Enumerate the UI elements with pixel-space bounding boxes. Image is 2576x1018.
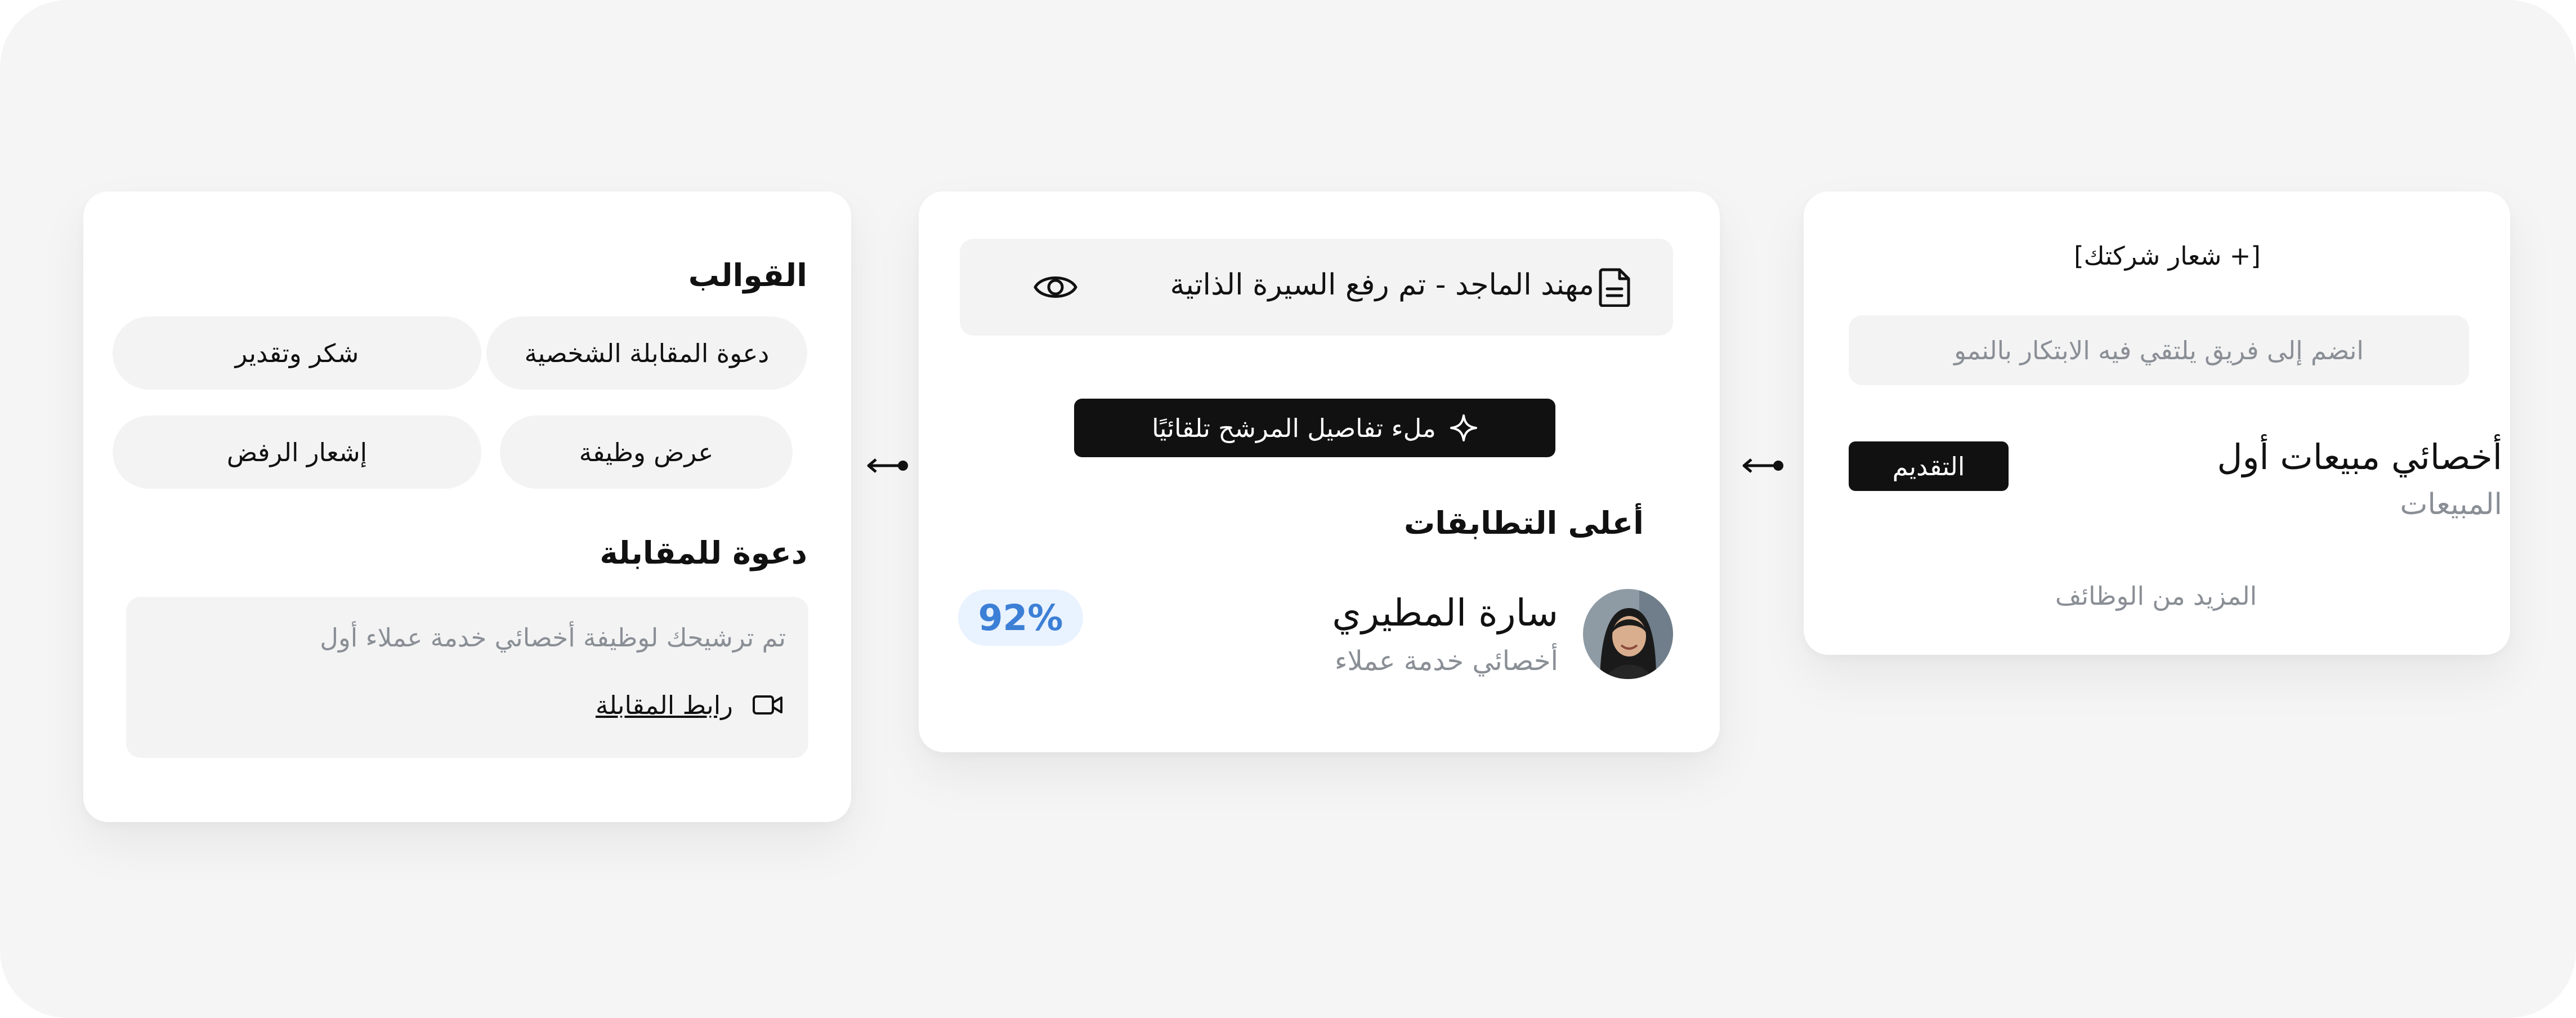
more-jobs-link[interactable]: المزيد من الوظائف xyxy=(2038,581,2274,611)
interview-invite-preview[interactable]: تم ترشيحك لوظيفة أخصائي خدمة عملاء أول ر… xyxy=(126,597,808,758)
template-chip-job-offer[interactable]: عرض وظيفة xyxy=(500,416,793,489)
apply-button[interactable]: التقديم xyxy=(1849,441,2009,491)
autofill-label: ملء تفاصيل المرشح تلقائيًا xyxy=(1152,413,1436,443)
tagline-text: انضم إلى فريق يلتقي فيه الابتكار بالنمو xyxy=(1954,335,2364,365)
template-chip-rejection[interactable]: إشعار الرفض xyxy=(113,416,481,489)
document-icon xyxy=(1599,268,1630,307)
resume-upload-status: مهند الماجد - تم رفع السيرة الذاتية xyxy=(1170,268,1595,302)
uploaded-resume-row[interactable]: مهند الماجد - تم رفع السيرة الذاتية xyxy=(960,239,1673,336)
company-tagline: انضم إلى فريق يلتقي فيه الابتكار بالنمو xyxy=(1849,315,2469,385)
top-matches-title: أعلى التطابقات xyxy=(1403,505,1644,541)
arrow-left-connector-icon xyxy=(1742,458,1783,473)
company-logo-placeholder[interactable]: [+ شعار شركتك] xyxy=(2049,241,2286,271)
templates-title: القوالب xyxy=(688,257,807,293)
interview-link[interactable]: رابط المقابلة xyxy=(596,690,733,720)
template-chip-interview-invite[interactable]: دعوة المقابلة الشخصية xyxy=(486,316,807,390)
candidate-name: سارة المطيري xyxy=(1332,591,1558,635)
template-chip-thanks[interactable]: شكر وتقدير xyxy=(113,316,481,390)
job-department: المبيعات xyxy=(2400,488,2502,521)
invite-message-text: تم ترشيحك لوظيفة أخصائي خدمة عملاء أول xyxy=(320,623,786,653)
eye-icon[interactable] xyxy=(1033,268,1078,306)
candidate-avatar[interactable] xyxy=(1583,589,1673,679)
arrow-left-connector-icon xyxy=(867,458,908,473)
job-title: أخصائي مبيعات أول xyxy=(2217,436,2502,477)
video-camera-icon xyxy=(753,695,782,715)
autofill-candidate-button[interactable]: ملء تفاصيل المرشح تلقائيًا xyxy=(1074,399,1555,457)
match-score-badge: 92% xyxy=(958,590,1083,646)
sparkle-icon xyxy=(1450,414,1477,441)
candidate-role: أخصائي خدمة عملاء xyxy=(1334,645,1558,677)
interview-invite-title: دعوة للمقابلة xyxy=(600,535,807,571)
